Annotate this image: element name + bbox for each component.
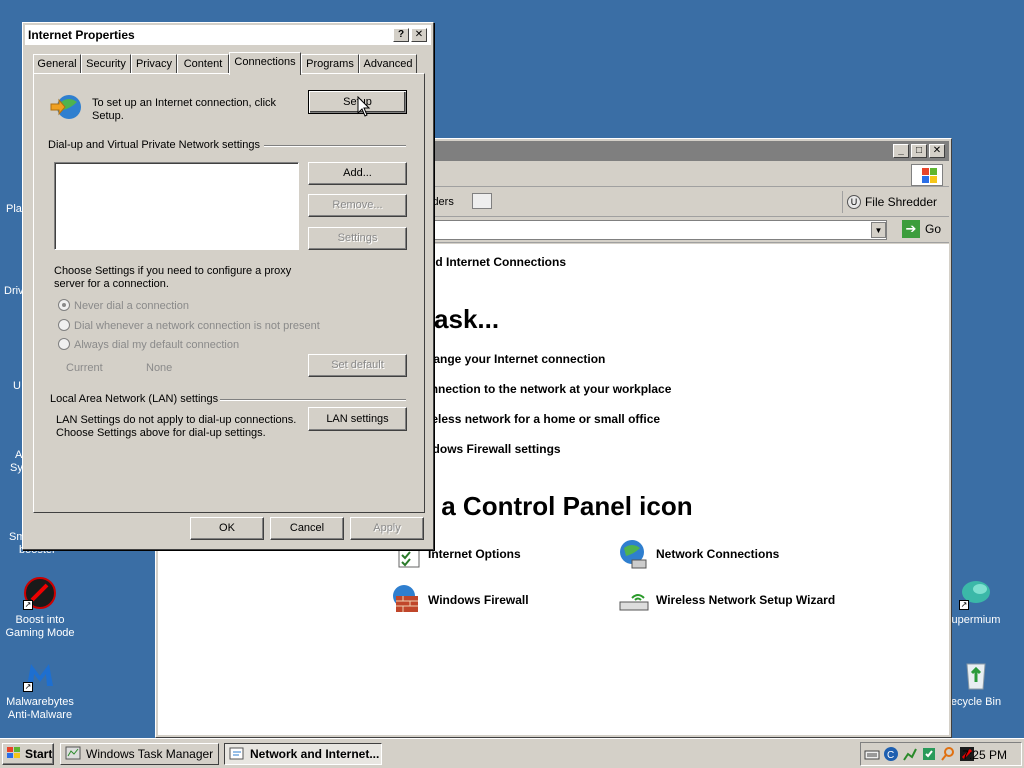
windows-firewall-icon <box>390 584 422 616</box>
maximize-button[interactable]: □ <box>911 144 927 158</box>
desktop-label-fragment[interactable]: Pla <box>6 203 22 215</box>
windows-firewall-label: Windows Firewall <box>428 593 529 607</box>
taskbar-item-label: Network and Internet... <box>250 747 380 761</box>
apply-button[interactable]: Apply <box>350 517 424 540</box>
proxy-instructions: Choose Settings if you need to configure… <box>54 265 292 277</box>
lan-instructions: LAN Settings do not apply to dial-up con… <box>56 414 297 426</box>
tab-programs[interactable]: Programs <box>301 54 359 74</box>
setup-instructions: To set up an Internet connection, click <box>92 97 277 109</box>
internet-options-label: Internet Options <box>428 547 521 561</box>
dialog-titlebar[interactable]: Internet Properties ? ✕ <box>25 25 431 45</box>
start-label: Start <box>25 747 53 761</box>
dialup-group-label: Dial-up and Virtual Private Network sett… <box>48 139 260 151</box>
cancel-button[interactable]: Cancel <box>270 517 344 540</box>
current-label: Current <box>66 362 103 374</box>
radio-never-dial-label: Never dial a connection <box>74 300 189 312</box>
close-button[interactable]: ✕ <box>411 28 427 42</box>
group-divider <box>264 145 406 147</box>
radio-always-dial-label: Always dial my default connection <box>74 339 240 351</box>
windows-logo-icon <box>6 746 22 763</box>
internet-properties-dialog: Internet Properties ? ✕ General Security… <box>22 22 434 550</box>
address-dropdown-button[interactable]: ▼ <box>871 222 886 238</box>
mouse-cursor-icon <box>357 95 371 118</box>
lan-group-label: Local Area Network (LAN) settings <box>50 393 219 405</box>
set-default-button[interactable]: Set default <box>308 354 407 377</box>
network-tray-icon[interactable] <box>902 746 918 762</box>
remove-button[interactable]: Remove... <box>308 194 407 217</box>
network-connections-label: Network Connections <box>656 547 780 561</box>
tab-connections[interactable]: Connections <box>229 52 301 75</box>
views-button[interactable] <box>472 193 502 211</box>
start-button[interactable]: Start <box>2 743 54 765</box>
settings-button[interactable]: Settings <box>308 227 407 250</box>
system-tray: C 7:25 PM <box>860 742 1022 766</box>
network-connections-icon <box>618 538 650 570</box>
current-value: None <box>146 362 173 374</box>
windows-logo-icon <box>911 164 943 186</box>
clock[interactable]: 7:25 PM <box>962 748 1007 762</box>
close-button[interactable]: ✕ <box>929 144 945 158</box>
tab-security[interactable]: Security <box>81 54 131 74</box>
taskbar-item-label: Windows Task Manager <box>86 747 214 761</box>
keyboard-icon[interactable] <box>864 746 880 762</box>
task-manager-icon <box>65 746 81 763</box>
setup-instructions: Setup. <box>92 110 124 122</box>
tab-advanced[interactable]: Advanced <box>359 54 417 74</box>
help-button[interactable]: ? <box>393 28 409 42</box>
c-app-tray-icon[interactable]: C <box>883 746 899 762</box>
desktop-icon-label: Boost into <box>15 614 65 626</box>
desktop-icon-label: Gaming Mode <box>5 627 75 639</box>
file-shredder-button[interactable]: U File Shredder <box>841 191 943 213</box>
recycle-bin-icon <box>959 658 993 692</box>
desktop-icon-label: Malwarebytes <box>6 696 74 708</box>
lan-instructions: Choose Settings above for dial-up settin… <box>56 427 266 439</box>
views-icon <box>472 193 492 209</box>
tab-privacy[interactable]: Privacy <box>131 54 177 74</box>
radio-always-dial[interactable] <box>58 338 70 350</box>
go-label: Go <box>924 222 941 236</box>
go-arrow-icon: ➔ <box>901 220 920 238</box>
file-shredder-icon: U <box>846 195 861 209</box>
search-tray-icon[interactable] <box>940 746 956 762</box>
control-panel-item-wireless-wizard[interactable]: Wireless Network Setup Wizard <box>618 584 835 616</box>
connections-listbox[interactable] <box>54 162 299 250</box>
desktop-label-fragment[interactable]: Driv <box>4 285 24 297</box>
taskbar-item-task-manager[interactable]: Windows Task Manager <box>60 743 219 765</box>
desktop-label-fragment[interactable]: Sy <box>10 462 23 474</box>
proxy-instructions: server for a connection. <box>54 278 169 290</box>
go-button[interactable]: ➔ Go <box>901 220 941 238</box>
radio-dial-whenever[interactable] <box>58 319 70 331</box>
control-panel-icon <box>229 746 245 763</box>
svg-text:C: C <box>887 750 894 761</box>
desktop-icon-boost-gaming[interactable]: ↗ Boost into Gaming Mode <box>0 576 80 640</box>
control-panel-item-network-connections[interactable]: Network Connections <box>618 538 779 570</box>
tab-content[interactable]: Content <box>177 54 229 74</box>
taskbar-item-network-internet[interactable]: Network and Internet... <box>224 743 382 765</box>
dialog-title: Internet Properties <box>28 28 135 42</box>
radio-never-dial[interactable] <box>58 299 70 311</box>
desktop-icon-label: Anti-Malware <box>7 709 73 721</box>
group-divider <box>220 399 406 401</box>
lan-settings-button[interactable]: LAN settings <box>308 407 407 431</box>
minimize-button[interactable]: _ <box>893 144 909 158</box>
tab-general[interactable]: General <box>33 54 81 74</box>
taskbar: Start Windows Task Manager Network and I… <box>0 738 1024 768</box>
desktop-label-fragment[interactable]: U <box>13 380 21 392</box>
file-shredder-label: File Shredder <box>864 195 937 209</box>
wireless-wizard-label: Wireless Network Setup Wizard <box>656 593 836 607</box>
wireless-wizard-icon <box>618 584 650 616</box>
boost-gaming-icon: ↗ <box>23 576 57 610</box>
control-panel-item-windows-firewall[interactable]: Windows Firewall <box>390 584 529 616</box>
connections-tab-panel: To set up an Internet connection, click … <box>33 73 425 513</box>
malwarebytes-icon: ↗ <box>23 658 57 692</box>
add-button[interactable]: Add... <box>308 162 407 185</box>
ok-button[interactable]: OK <box>190 517 264 540</box>
upermium-icon: ↗ <box>959 576 993 610</box>
security-tray-icon[interactable] <box>921 746 937 762</box>
radio-dial-whenever-label: Dial whenever a network connection is no… <box>74 320 320 332</box>
internet-setup-icon <box>50 92 82 122</box>
desktop-icon-malwarebytes[interactable]: ↗ Malwarebytes Anti-Malware <box>0 658 80 722</box>
